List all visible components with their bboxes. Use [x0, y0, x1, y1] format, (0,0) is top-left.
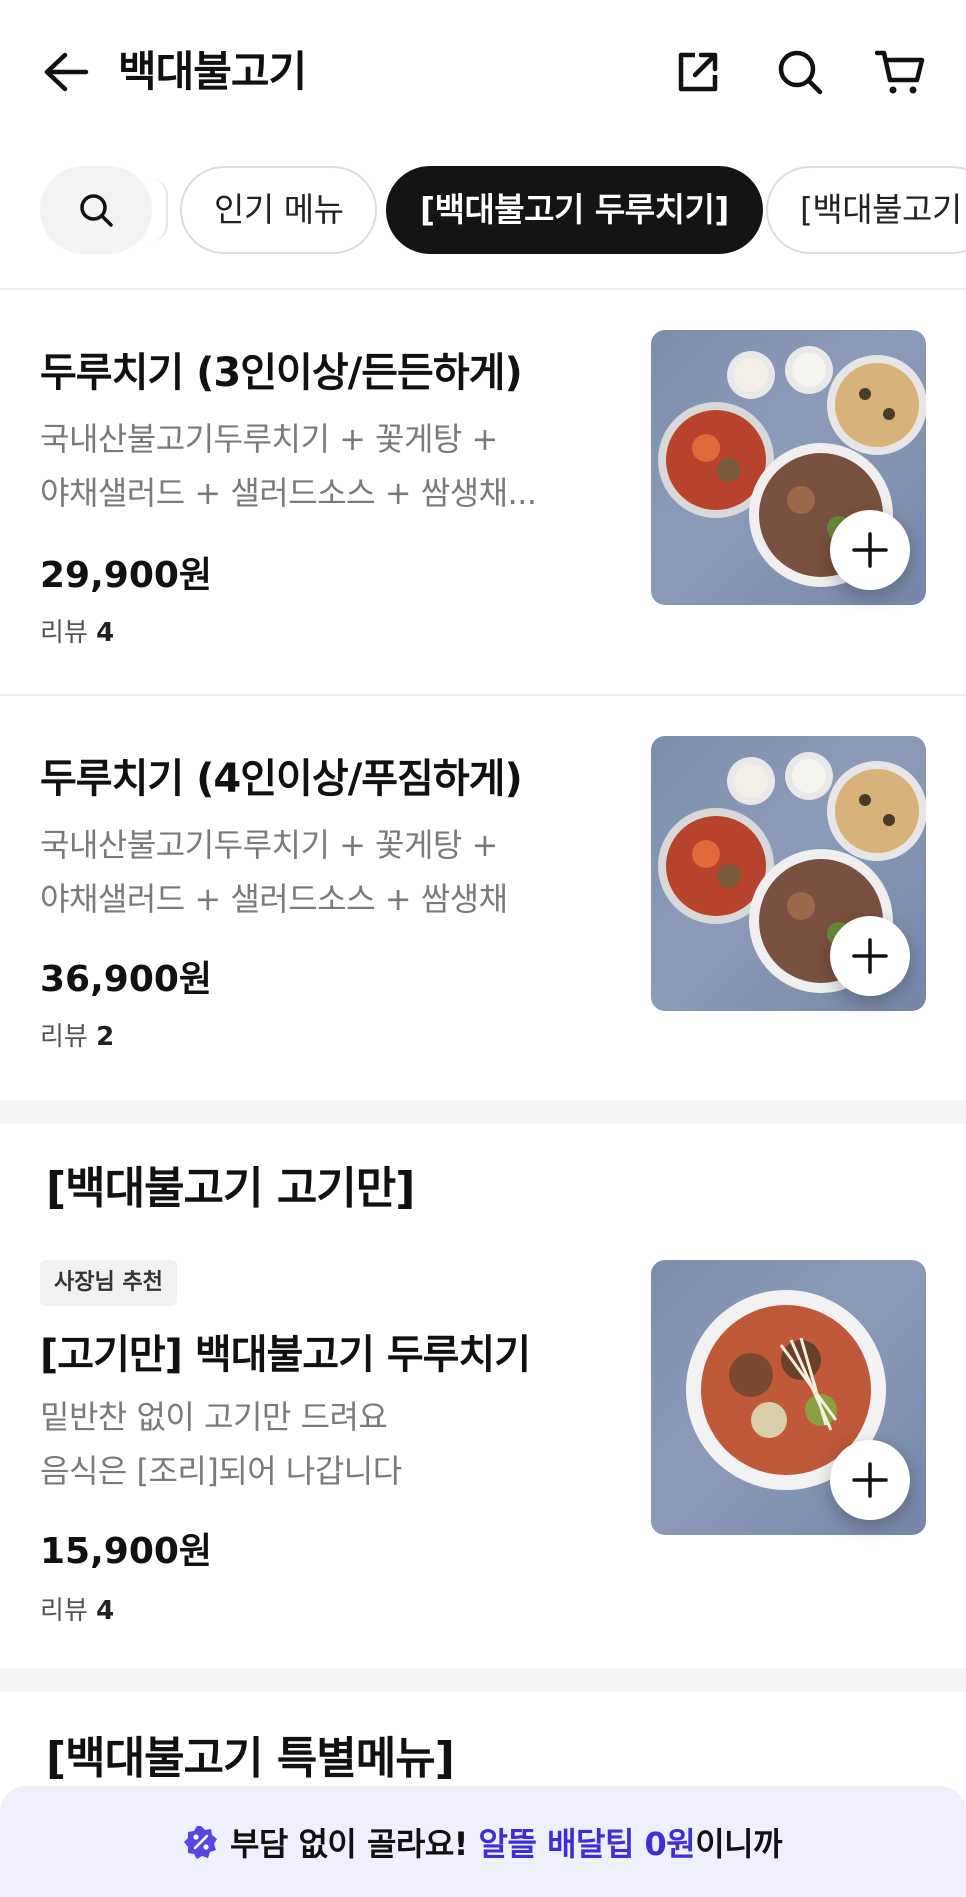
item-price: 36,900원 [40, 959, 213, 1000]
page-title: 백대불고기 [118, 47, 307, 96]
delivery-promo-banner[interactable]: 부담 없이 골라요! 알뜰 배달팁 0원이니까 [0, 1786, 966, 1897]
back-arrow-icon[interactable] [38, 44, 94, 100]
item-price: 29,900원 [40, 555, 213, 596]
add-to-cart-button[interactable] [830, 1440, 910, 1520]
menu-item[interactable]: 두루치기 (3인이상/든든하게) 국내산불고기두루치기 + 꽃게탕 + 야채샐러… [0, 290, 966, 694]
item-review: 리뷰 4 [40, 1596, 115, 1626]
section-gap [0, 1668, 966, 1692]
menu-item[interactable]: 사장님 추천 [고기만] 백대불고기 두루치기 밑반찬 없이 고기만 드려요 음… [0, 1240, 966, 1660]
item-name: 두루치기 (4인이상/푸짐하게) [40, 756, 523, 802]
menu-search-button[interactable] [40, 166, 152, 254]
add-to-cart-button[interactable] [830, 916, 910, 996]
plus-icon [852, 532, 888, 568]
cart-icon[interactable] [872, 44, 928, 100]
recommended-badge: 사장님 추천 [40, 1260, 177, 1306]
menu-item[interactable]: 두루치기 (4인이상/푸짐하게) 국내산불고기두루치기 + 꽃게탕 + 야채샐러… [0, 696, 966, 1096]
section-title: [백대불고기 고기만] [46, 1163, 415, 1214]
item-review: 리뷰 2 [40, 1022, 115, 1052]
plus-icon [852, 1462, 888, 1498]
item-description: 국내산불고기두루치기 + 꽃게탕 + 야채샐러드 + 샐러드소스 + 쌈생채..… [40, 420, 537, 512]
item-review: 리뷰 4 [40, 618, 115, 648]
item-description: 국내산불고기두루치기 + 꽃게탕 + 야채샐러드 + 샐러드소스 + 쌈생채 [40, 826, 508, 918]
tab-popular-menu[interactable]: 인기 메뉴 [180, 166, 378, 254]
promo-highlight: 알뜰 배달팁 0원 [478, 1824, 696, 1863]
tab-scroll-edge [150, 178, 168, 242]
category-tab-bar: 인기 메뉴 [백대불고기 두루치기] [백대불고기 [0, 162, 966, 258]
section-gap [0, 1100, 966, 1124]
tab-dorukchigi[interactable]: [백대불고기 두루치기] [386, 166, 763, 254]
share-icon[interactable] [670, 44, 726, 100]
add-to-cart-button[interactable] [830, 510, 910, 590]
top-app-bar: 백대불고기 [0, 0, 966, 140]
tab-next-category[interactable]: [백대불고기 [766, 166, 966, 254]
promo-text: 부담 없이 골라요! 알뜰 배달팁 0원이니까 [229, 1824, 783, 1863]
item-name: 두루치기 (3인이상/든든하게) [40, 350, 523, 396]
section-title: [백대불고기 특별메뉴] [46, 1733, 455, 1784]
discount-badge-icon [183, 1825, 217, 1859]
search-icon[interactable] [772, 44, 828, 100]
item-price: 15,900원 [40, 1531, 213, 1572]
search-icon [80, 194, 113, 227]
item-description: 밑반찬 없이 고기만 드려요 음식은 [조리]되어 나갑니다 [40, 1398, 402, 1490]
item-name: [고기만] 백대불고기 두루치기 [40, 1332, 531, 1378]
plus-icon [852, 938, 888, 974]
